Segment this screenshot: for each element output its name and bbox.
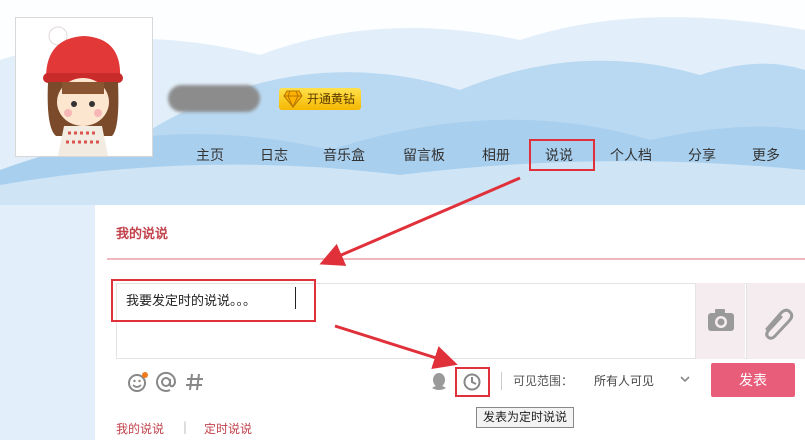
upload-photo-button[interactable] [695,283,745,359]
nav-item-album[interactable]: 相册 [482,145,510,165]
hashtag-icon[interactable] [185,371,205,393]
nav-item-guestbook[interactable]: 留言板 [403,145,445,165]
avatar-girl-icon [16,18,152,156]
camera-icon [708,309,734,331]
diamond-icon [283,90,303,108]
nav-item-share[interactable]: 分享 [688,145,716,165]
nav-item-more[interactable]: 更多 [752,145,780,165]
input-highlight-box [111,279,316,322]
tab-underline [107,258,805,260]
avatar[interactable] [15,17,153,157]
qq-icon[interactable] [429,371,449,393]
visibility-label: 可见范围： [513,374,574,388]
at-icon[interactable] [155,371,177,393]
vip-badge-label: 开通黄钻 [307,92,356,106]
attach-button[interactable] [746,283,805,359]
bottom-tab-divider: | [183,420,188,434]
bottom-tab-scheduled[interactable]: 定时说说 [204,420,252,437]
nav-item-blog[interactable]: 日志 [260,145,288,165]
nav-highlight-box [529,139,595,171]
vip-badge[interactable]: 开通黄钻 [279,88,362,110]
toolbar-divider [501,372,502,390]
timer-tooltip: 发表为定时说说 [476,407,575,428]
nav-item-music[interactable]: 音乐盒 [323,145,365,165]
timer-highlight-box [455,367,490,397]
user-name-blurred [168,85,260,112]
nav-item-profile[interactable]: 个人档 [610,145,652,165]
post-button[interactable]: 发表 [711,363,795,397]
nav-item-home[interactable]: 主页 [196,145,224,165]
attachment-icon [765,308,794,340]
tab-my-moments[interactable]: 我的说说 [116,223,168,242]
bottom-tab-my-moments[interactable]: 我的说说 [116,420,164,437]
emoji-icon[interactable] [127,371,149,393]
visibility-select[interactable]: 所有人可见 [594,372,654,389]
chevron-down-icon[interactable] [679,374,691,384]
